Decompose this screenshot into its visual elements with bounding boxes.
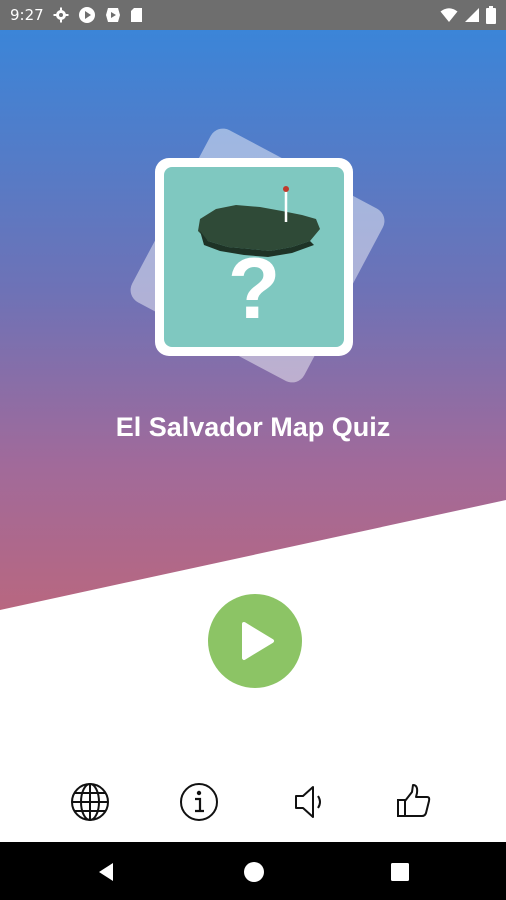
play-store-icon xyxy=(78,7,95,23)
home-icon xyxy=(244,862,264,882)
thumbs-up-icon xyxy=(397,784,431,817)
play-icon xyxy=(242,622,274,660)
bottom-toolbar xyxy=(0,780,506,825)
system-nav-bar xyxy=(0,842,506,900)
wifi-icon xyxy=(440,8,458,22)
app-title: El Salvador Map Quiz xyxy=(115,412,391,442)
status-bar: 9:27 xyxy=(0,0,506,30)
recents-icon xyxy=(391,863,409,881)
status-right xyxy=(440,6,496,24)
app-logo: ? xyxy=(125,123,390,388)
language-button[interactable] xyxy=(68,780,112,824)
globe-icon xyxy=(71,783,109,821)
nav-back-button[interactable] xyxy=(93,859,119,885)
nav-recents-button[interactable] xyxy=(387,859,413,885)
logo-card: ? xyxy=(155,158,353,356)
sd-card-icon xyxy=(130,8,142,22)
status-time: 9:27 xyxy=(10,6,44,24)
sound-icon xyxy=(295,786,321,818)
info-button[interactable] xyxy=(177,780,221,824)
back-icon xyxy=(99,863,113,881)
status-left: 9:27 xyxy=(10,6,143,24)
question-mark-icon: ? xyxy=(227,241,281,337)
settings-icon xyxy=(53,7,69,23)
battery-icon xyxy=(486,6,496,24)
info-icon xyxy=(180,783,218,821)
media-icon xyxy=(105,8,120,22)
sound-button[interactable] xyxy=(288,780,332,824)
signal-icon xyxy=(465,8,479,22)
rate-button[interactable] xyxy=(392,780,436,824)
logo-map-tile: ? xyxy=(164,167,344,347)
nav-home-button[interactable] xyxy=(241,859,267,885)
play-button[interactable] xyxy=(208,594,302,688)
